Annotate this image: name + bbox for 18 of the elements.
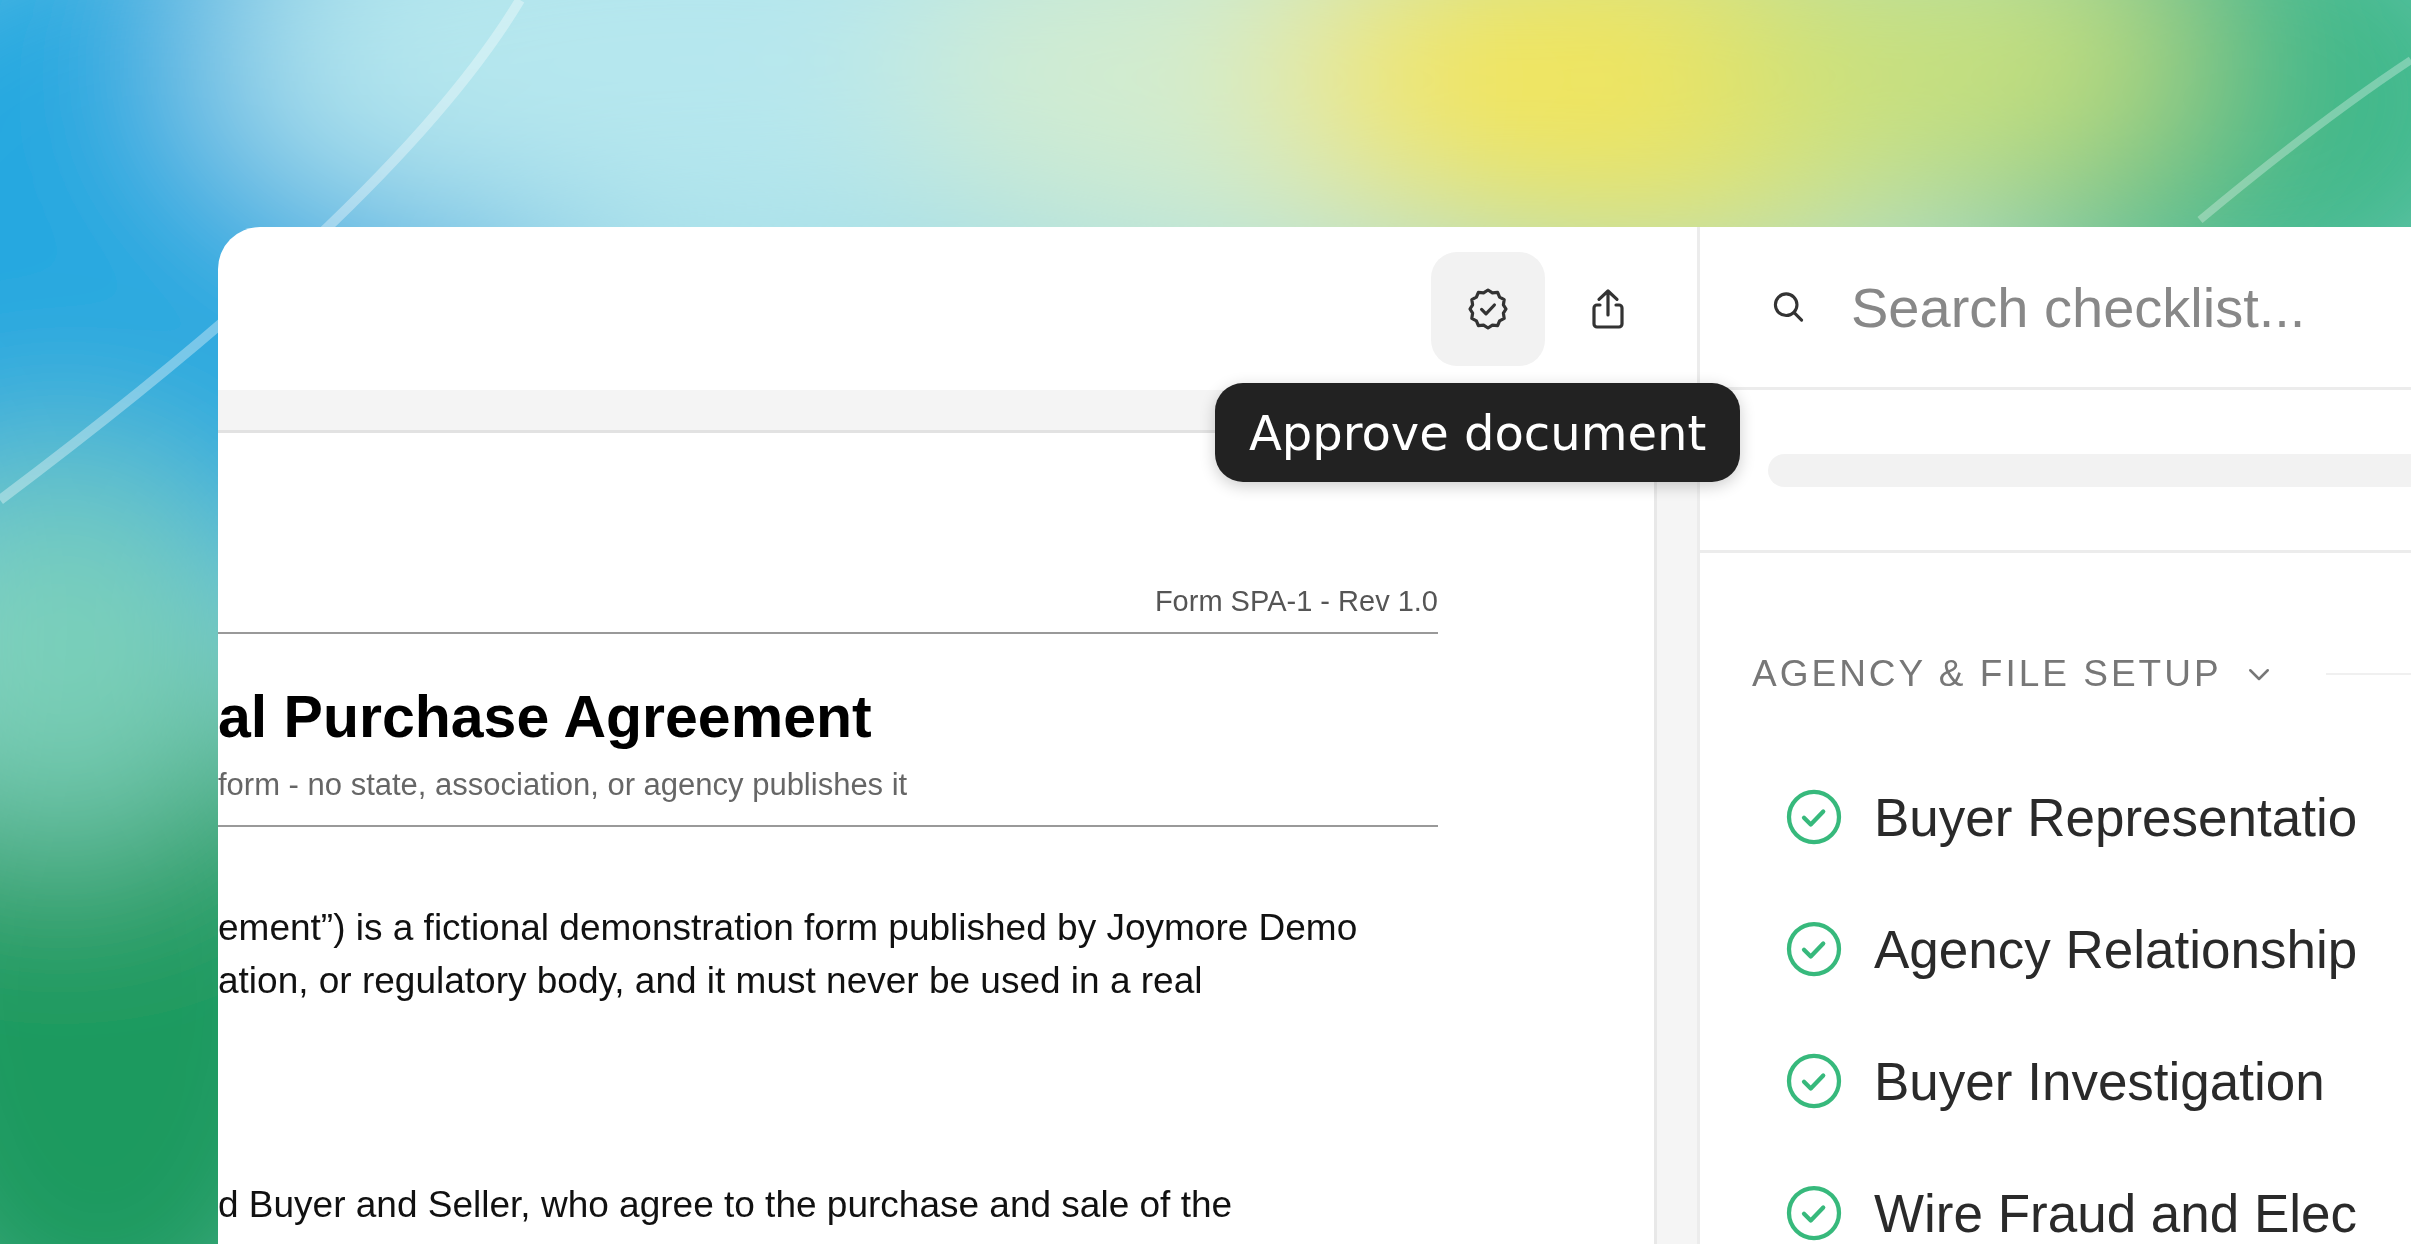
form-number: Form SPA-1 - Rev 1.0 [1153,585,1438,618]
check-circle-icon[interactable] [1784,1183,1844,1243]
document-title: al Purchase Agreement [218,683,873,752]
paragraph-line: d Buyer and Seller, who agree to the purchase and sale of the [218,1182,1234,1227]
approve-button[interactable] [1431,251,1545,366]
paragraph-line: ement”) is a fictional demonstration form published by Joymore Demo [218,905,1359,950]
check-circle-icon[interactable] [1784,787,1844,847]
document-subtitle: form - no state, association, or agency publishes it [218,766,909,803]
tooltip: Approve document [1215,383,1741,482]
checklist-item[interactable]: Buyer Representatio [1874,786,2358,848]
section-header[interactable]: AGENCY & FILE SETUP [1752,653,2222,695]
checklist-item[interactable]: Wire Fraud and Elec [1874,1182,2358,1244]
checklist-item[interactable]: Buyer Investigation [1874,1050,2325,1112]
check-circle-icon[interactable] [1784,1051,1844,1111]
check-circle-icon[interactable] [1784,919,1844,979]
search-field[interactable]: Search checklist... [1851,274,2411,340]
paragraph-line: ation, or regulatory body, and it must never be used in a real [218,958,1204,1003]
checklist-item[interactable]: Agency Relationship [1874,918,2358,980]
